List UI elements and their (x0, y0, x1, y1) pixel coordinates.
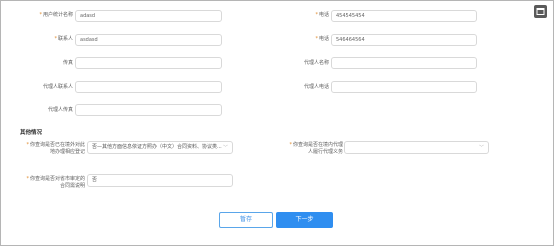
contact-input[interactable]: asdasd (75, 34, 222, 46)
q2-select[interactable]: ﹀ (344, 141, 489, 154)
agent-contact-label: 代理人联系人 (42, 84, 73, 90)
q2-label: *你查询是否在境内代理 人履行代理义务 (289, 142, 343, 155)
q1-select[interactable]: 否—其他方面信息依证方照办（中文）合同资料、协议类... ﹀ (87, 141, 233, 154)
phone-input[interactable]: 454545454 (331, 10, 477, 22)
phone-label: *电话 (315, 12, 329, 18)
q1-select-value: 否—其他方面信息依证方照办（中文）合同资料、协议类... (92, 144, 222, 150)
agent-name-label: 代理人名称 (303, 60, 329, 66)
next-step-button[interactable]: 下一步 (276, 212, 333, 228)
user-name-input[interactable]: adasd (75, 10, 222, 22)
agent-name-input[interactable] (331, 57, 477, 69)
agent-tel-label: 代理人电话 (303, 84, 329, 90)
user-name-label: *用户统计名称 (39, 12, 73, 18)
save-draft-button[interactable]: 暂存 (219, 212, 273, 228)
q1-label: *你查询是否已在境外对此 地办理相应登记 (26, 142, 85, 155)
form-frame: *用户统计名称 adasd *电话 454545454 *联系人 asdasd … (0, 0, 554, 246)
agent-tel-input[interactable] (331, 81, 477, 93)
agent-contact-input[interactable] (75, 81, 222, 93)
agent-fax-input[interactable] (75, 104, 222, 116)
section-title-other: 其他情况 (20, 130, 43, 136)
q3-select[interactable]: 否 (87, 174, 233, 187)
q3-label: *你查询是否对省市审定的 合同需说明 (26, 176, 85, 189)
chevron-down-icon: ﹀ (222, 145, 228, 151)
chevron-down-icon: ﹀ (478, 145, 484, 151)
contact-label: *联系人 (54, 36, 73, 42)
fax-input[interactable] (75, 57, 222, 69)
tel-input[interactable]: 546464564 (331, 34, 477, 46)
window-icon[interactable] (534, 5, 547, 18)
fax-label: 传真 (62, 60, 73, 66)
agent-fax-label: 代理人传真 (47, 107, 73, 113)
tel-label: *电话 (315, 36, 329, 42)
q3-select-value: 否 (92, 177, 98, 183)
